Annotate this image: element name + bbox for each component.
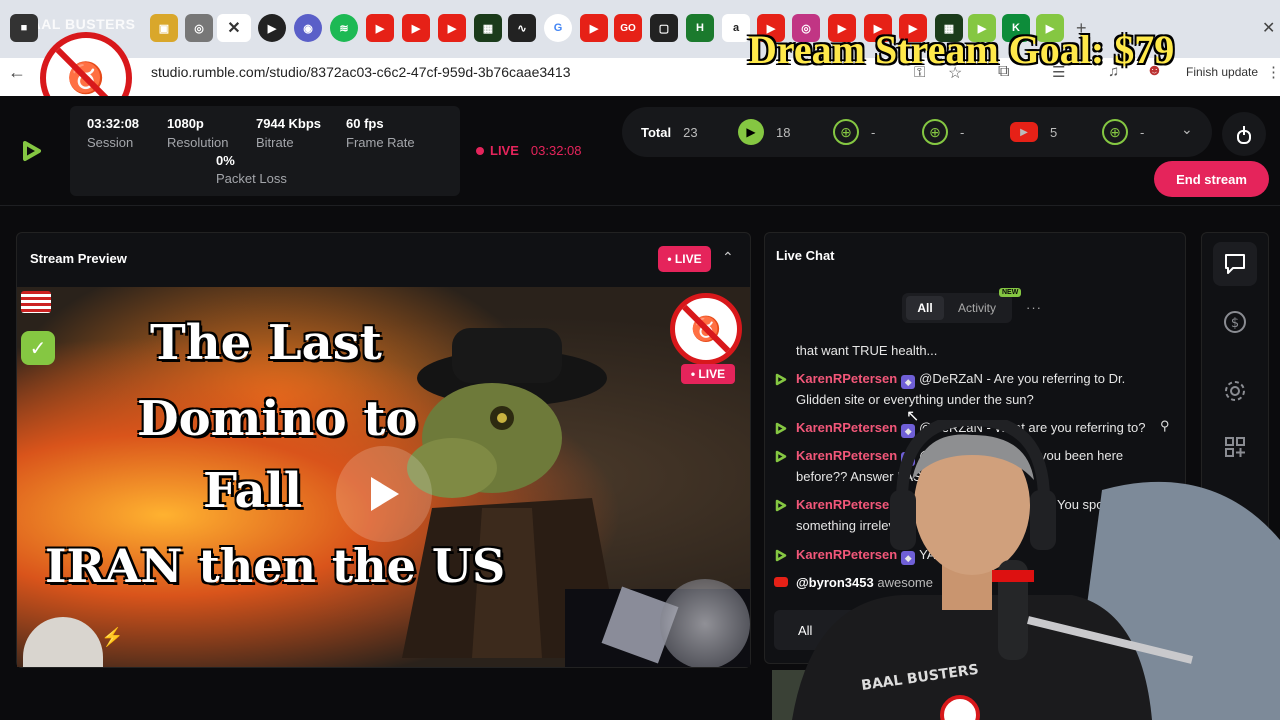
chat-panel-button[interactable] — [1213, 242, 1257, 286]
thumbnail-title-line-2: Domino to — [137, 391, 418, 447]
platform-web-2[interactable]: ⊕ - — [922, 107, 964, 157]
shield-badge-icon: ◆ — [901, 375, 916, 389]
url-input[interactable]: studio.rumble.com/studio/8372ac03-c6c2-4… — [151, 64, 571, 80]
live-dot-icon — [476, 146, 484, 155]
window-close-icon[interactable]: ✕ — [1262, 18, 1275, 38]
tab-favicon-7[interactable]: ▢ — [650, 14, 678, 42]
web3-count: - — [1140, 124, 1145, 140]
finish-update-button[interactable]: Finish update — [1186, 65, 1258, 79]
chat-message[interactable]: KarenRPetersen ◆ @DeRZaN - Are you referri… — [796, 368, 1125, 389]
brain-icon — [23, 617, 103, 667]
tab-favicon-6[interactable]: ∿ — [508, 14, 536, 42]
platform-youtube[interactable]: ▶ 5 — [1010, 107, 1057, 157]
chat-username[interactable]: KarenRPetersen — [796, 371, 897, 386]
rumble-icon — [775, 373, 787, 386]
settings-icon — [1225, 381, 1245, 401]
live-indicator: LIVE 03:32:08 — [476, 143, 582, 158]
tab-youtube-icon[interactable]: ▶ — [366, 14, 394, 42]
tab-youtube-icon[interactable]: ▶ — [438, 14, 466, 42]
platform-web-3[interactable]: ⊕ - — [1102, 107, 1144, 157]
total-count: 23 — [683, 124, 698, 140]
bitrate-label: Bitrate — [256, 135, 294, 150]
play-icon — [371, 477, 399, 511]
globe-icon: ⊕ — [833, 119, 859, 145]
new-badge: NEW — [999, 288, 1022, 297]
thumbnail-title-line-3: Fall — [203, 463, 303, 519]
tab-favicon-3[interactable]: ◎ — [185, 14, 213, 42]
settings-button[interactable] — [1213, 369, 1257, 413]
stream-preview-title: Stream Preview — [30, 251, 127, 266]
tab-youtube-icon[interactable]: ▶ — [402, 14, 430, 42]
us-flag-icon — [21, 291, 51, 313]
dollar-icon: $ — [1224, 311, 1246, 333]
tab-favicon-5[interactable]: ▦ — [474, 14, 502, 42]
browser-menu-icon[interactable]: ⋮ — [1266, 63, 1280, 81]
web1-count: - — [871, 124, 876, 140]
tab-amazon-icon[interactable]: a — [722, 14, 750, 42]
framerate-label: Frame Rate — [346, 135, 415, 150]
resolution-value: 1080p — [167, 116, 204, 131]
platform-web-1[interactable]: ⊕ - — [833, 107, 875, 157]
live-time: 03:32:08 — [530, 143, 582, 158]
tab-google-icon[interactable]: G — [544, 14, 572, 42]
framerate-value: 60 fps — [346, 116, 384, 131]
thumbnail-title-line-4: IRAN then the US — [45, 539, 506, 593]
tab-favicon-go[interactable]: GO — [614, 14, 642, 42]
touch-lock-button[interactable] — [1222, 112, 1266, 156]
touch-lock-icon — [1237, 126, 1251, 144]
packetloss-value: 0% — [216, 153, 235, 168]
web2-count: - — [960, 124, 965, 140]
lightning-icon: ⚡ — [101, 627, 124, 647]
platform-rumble[interactable]: ▶ 18 — [738, 107, 790, 157]
session-label: Session — [87, 135, 134, 150]
end-stream-button[interactable]: End stream — [1154, 161, 1269, 197]
tips-button[interactable]: $ — [1213, 300, 1257, 344]
chat-message-continuation: that want TRUE health... — [796, 343, 938, 358]
play-button[interactable] — [336, 446, 432, 542]
thumbnail-live-badge: • LIVE — [681, 364, 735, 384]
thumbnail-title-line-1: The Last — [150, 315, 382, 371]
globe-icon: ⊕ — [1102, 119, 1128, 145]
space-inset-image — [565, 579, 750, 667]
no-baal-thumbnail-logo: ♉ — [670, 293, 742, 365]
chevron-down-icon[interactable]: ⌄ — [1181, 121, 1193, 138]
resolution-label: Resolution — [167, 135, 229, 150]
tab-favicon-1[interactable]: ■ — [10, 14, 38, 42]
rumble-logo-icon[interactable] — [20, 140, 42, 162]
tab-favicon-4[interactable]: ◉ — [294, 14, 322, 42]
total-label: Total — [641, 124, 672, 140]
tab-favicon-8[interactable]: H — [686, 14, 714, 42]
chat-text: @DeRZaN - Are you referring to Dr. — [919, 371, 1126, 386]
live-chat-title: Live Chat — [776, 248, 835, 263]
tab-youtube-icon[interactable]: ▶ — [580, 14, 608, 42]
tab-all[interactable]: All — [906, 296, 944, 320]
tab-favicon-2[interactable]: ▣ — [150, 14, 178, 42]
tab-spotify-icon[interactable]: ≋ — [330, 14, 358, 42]
tab-activity[interactable]: Activity — [958, 301, 996, 315]
webcam-overlay: BAAL BUSTERS — [772, 420, 1280, 720]
back-arrow-icon[interactable]: ← — [8, 62, 26, 83]
session-value: 03:32:08 — [87, 116, 140, 131]
checkmark-badge-icon: ✓ — [21, 331, 55, 365]
bitrate-value: 7944 Kbps — [256, 116, 322, 131]
rumble-play-icon: ▶ — [738, 119, 764, 145]
stream-goal-overlay: Dream Stream Goal: $79 — [748, 27, 1175, 72]
chat-icon — [1225, 254, 1245, 274]
preview-live-badge: • LIVE — [658, 246, 711, 272]
live-label: LIVE — [490, 143, 519, 158]
tab-close-icon[interactable]: ✕ — [217, 14, 251, 42]
youtube-icon: ▶ — [1010, 122, 1038, 142]
more-options-icon[interactable]: ··· — [1026, 300, 1042, 315]
packetloss-label: Packet Loss — [216, 171, 287, 186]
total-viewers[interactable]: Total 23 — [641, 107, 698, 157]
rumble-count: 18 — [776, 124, 791, 140]
chevron-up-icon[interactable]: ⌃ — [722, 249, 734, 266]
svg-text:$: $ — [1231, 316, 1239, 331]
tab-favicon-play[interactable]: ▶ — [258, 14, 286, 42]
youtube-count: 5 — [1050, 124, 1058, 140]
globe-icon: ⊕ — [922, 119, 948, 145]
